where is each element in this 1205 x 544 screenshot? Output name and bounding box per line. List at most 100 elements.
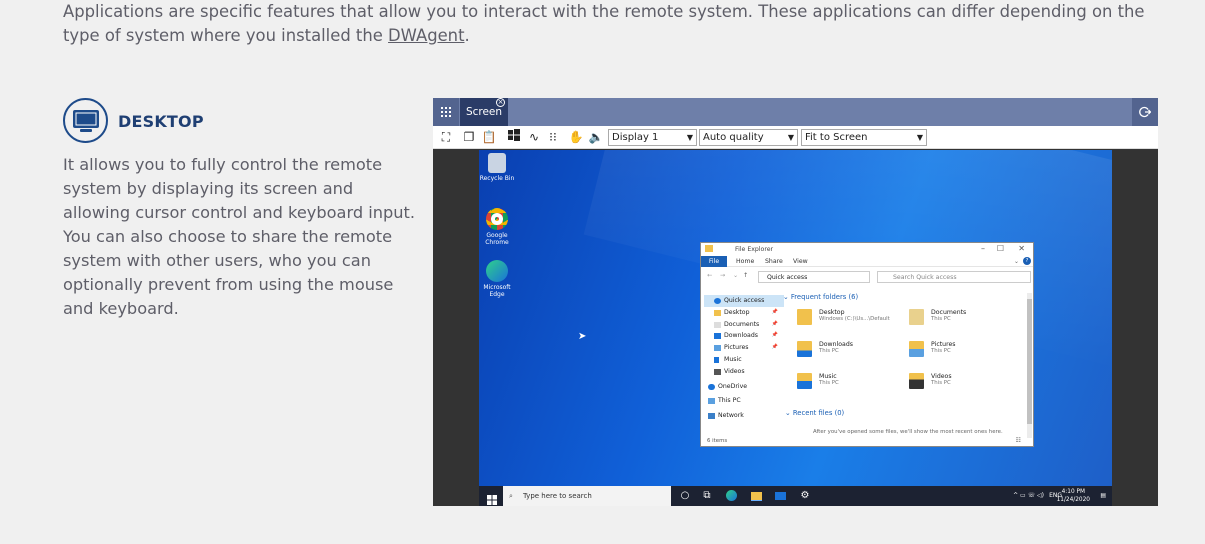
file-explorer-window[interactable]: File Explorer – ☐ ✕ File Home Share View… <box>700 242 1034 447</box>
chevron-down-icon[interactable]: ⌄ <box>1014 258 1019 265</box>
recent-files-header[interactable]: ⌄ Recent files (0) <box>785 409 844 417</box>
nav-item-videos[interactable]: Videos <box>704 366 784 378</box>
explorer-status: 6 items <box>707 438 728 444</box>
fit-select-value: Fit to Screen <box>805 132 868 143</box>
nav-item-label: Quick access <box>724 297 765 304</box>
clipboard-icon[interactable]: 📋 <box>481 129 497 145</box>
feature-title: DESKTOP <box>118 112 204 131</box>
clock-date: 11/24/2020 <box>1056 497 1090 503</box>
nav-item-quick-access[interactable]: Quick access <box>704 295 784 307</box>
activity-icon[interactable]: ∿ <box>526 129 542 145</box>
ribbon-tab-share[interactable]: Share <box>765 258 783 265</box>
ribbon-tab-file[interactable]: File <box>701 256 727 267</box>
forward-icon[interactable]: → <box>720 272 725 279</box>
intro-text: Applications are specific features that … <box>63 2 1145 45</box>
remote-desktop[interactable]: Recycle Bin Google Chrome Microsoft Edge… <box>479 150 1112 486</box>
cortana-icon[interactable]: ○ <box>679 490 691 502</box>
nav-item-label: Videos <box>724 367 745 375</box>
scrollbar-thumb[interactable] <box>1027 299 1032 424</box>
explorer-scrollbar[interactable] <box>1027 293 1032 438</box>
recycle-bin-icon <box>488 153 506 173</box>
desktop-icon-chrome[interactable]: Google Chrome <box>479 208 515 246</box>
screen-toolbar: ⛶ ❐ 📋 ∿ ⁝⁝ ✋ 🔈 Display 1 ▼ Auto quality ▼ … <box>433 126 1158 149</box>
taskbar-clock[interactable]: 4:10 PM 11/24/2020 <box>1057 488 1090 504</box>
nav-item-this-pc[interactable]: This PC <box>704 395 784 407</box>
frequent-folders-label: Frequent folders (6) <box>790 293 859 301</box>
cloud-icon <box>708 383 715 390</box>
mail-icon[interactable] <box>775 492 786 500</box>
folder-icon <box>797 309 812 325</box>
address-bar[interactable]: Quick access <box>758 271 870 283</box>
ribbon-tab-view[interactable]: View <box>793 258 808 265</box>
settings-gear-icon[interactable]: ⚙ <box>799 490 811 502</box>
frequent-folders-header[interactable]: ⌄ Frequent folders (6) <box>783 293 1028 301</box>
explorer-content: ⌄ Frequent folders (6) Desktop Windows (C… <box>783 293 1028 435</box>
folder-location: Windows (C:)\Us...\Default <box>819 316 890 322</box>
downloads-folder-icon <box>797 341 812 357</box>
quality-select-value: Auto quality <box>703 132 764 143</box>
desktop-icon-edge[interactable]: Microsoft Edge <box>479 260 515 298</box>
speaker-icon[interactable]: 🔈 <box>588 129 604 145</box>
nav-item-documents[interactable]: Documents 📌 <box>704 319 784 331</box>
chevron-down-icon[interactable]: ⌄ <box>733 272 738 279</box>
desktop-icon-recycle-bin[interactable]: Recycle Bin <box>479 153 515 182</box>
remote-screen-app: Screen × ⛶ ❐ 📋 ∿ ⁝⁝ ✋ 🔈 Display 1 ▼ Auto … <box>433 98 1158 506</box>
folder-pictures[interactable]: Pictures This PC <box>909 339 1019 365</box>
nav-item-label: Downloads <box>724 332 758 340</box>
folder-documents[interactable]: Documents This PC <box>909 307 1019 333</box>
folder-music[interactable]: Music This PC <box>797 371 907 397</box>
quality-select[interactable]: Auto quality ▼ <box>699 129 798 146</box>
pin-icon: 📌 <box>771 344 778 351</box>
apps-grid-icon[interactable] <box>433 98 459 126</box>
file-explorer-taskbar-icon[interactable] <box>751 492 762 501</box>
folder-videos[interactable]: Videos This PC <box>909 371 1019 397</box>
chevron-down-icon: ▼ <box>686 133 693 142</box>
recent-files-empty: After you've opened some files, we'll sh… <box>813 429 1003 435</box>
help-icon[interactable]: ? <box>1023 257 1031 265</box>
windows-start-icon[interactable] <box>487 490 497 505</box>
desktop-icon-label: Recycle Bin <box>479 175 515 182</box>
ribbon-tab-home[interactable]: Home <box>736 258 754 265</box>
edge-icon <box>486 260 508 282</box>
display-select[interactable]: Display 1 ▼ <box>608 129 697 146</box>
chrome-icon <box>486 208 508 230</box>
nav-item-desktop[interactable]: Desktop 📌 <box>704 307 784 319</box>
hand-icon[interactable]: ✋ <box>568 129 584 145</box>
close-icon[interactable]: ✕ <box>1018 244 1025 253</box>
folder-icon <box>714 309 721 316</box>
nav-item-network[interactable]: Network <box>704 410 784 422</box>
fit-select[interactable]: Fit to Screen ▼ <box>801 129 927 146</box>
copy-icon[interactable]: ❐ <box>461 129 477 145</box>
taskbar-search-input[interactable]: ⌕ Type here to search <box>503 486 671 506</box>
music-folder-icon <box>797 373 812 389</box>
dwagent-link[interactable]: DWAgent <box>388 26 464 45</box>
nav-item-downloads[interactable]: Downloads 📌 <box>704 330 784 342</box>
back-icon[interactable]: ← <box>707 272 712 279</box>
up-icon[interactable]: ↑ <box>743 272 748 279</box>
nav-item-music[interactable]: Music <box>704 354 784 366</box>
nav-item-pictures[interactable]: Pictures 📌 <box>704 342 784 354</box>
maximize-icon[interactable]: ☐ <box>997 244 1004 253</box>
fullscreen-icon[interactable]: ⛶ <box>438 129 454 145</box>
keyboard-grid-icon[interactable]: ⁝⁝ <box>545 129 561 145</box>
explorer-title: File Explorer <box>735 246 774 253</box>
system-tray-icons[interactable]: ^ ▭ ☏ ◁) <box>1013 486 1044 506</box>
edge-taskbar-icon[interactable] <box>726 490 737 501</box>
folder-name: Documents <box>931 309 967 316</box>
nav-item-label: Network <box>718 412 744 420</box>
folder-downloads[interactable]: Downloads This PC <box>797 339 907 365</box>
notification-icon[interactable]: ▤ <box>1100 486 1106 506</box>
task-view-icon[interactable]: ⧉ <box>701 490 713 502</box>
minimize-icon[interactable]: – <box>981 244 985 253</box>
explorer-search-input[interactable]: Search Quick access <box>877 271 1031 283</box>
close-icon[interactable]: × <box>496 98 505 107</box>
nav-item-onedrive[interactable]: OneDrive <box>704 381 784 393</box>
exit-icon[interactable] <box>1132 98 1158 126</box>
folder-name: Videos <box>931 373 952 380</box>
windows-keys-icon[interactable] <box>506 129 522 145</box>
folder-icon <box>705 245 713 252</box>
video-icon <box>714 368 721 375</box>
monitor-icon <box>63 98 108 143</box>
details-view-icon[interactable]: ☷ <box>1016 437 1021 444</box>
folder-desktop[interactable]: Desktop Windows (C:)\Us...\Default <box>797 307 907 333</box>
